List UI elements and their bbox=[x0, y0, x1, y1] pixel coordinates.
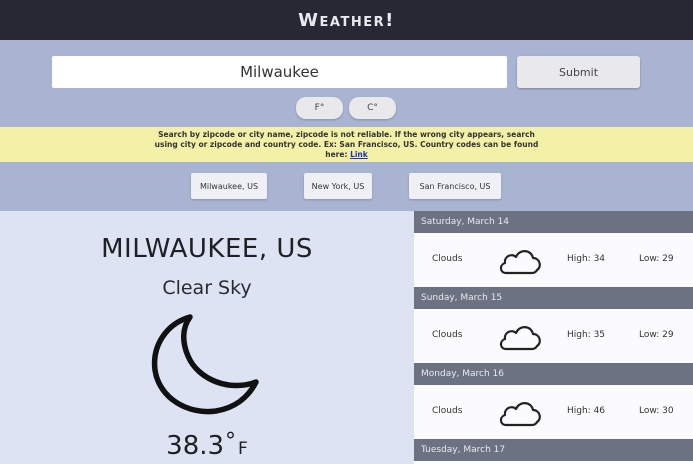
forecast-date: Tuesday, March 17 bbox=[414, 439, 693, 461]
current-condition: Clear Sky bbox=[162, 277, 252, 299]
forecast-condition: Clouds bbox=[432, 406, 463, 416]
quick-city-san-francisco[interactable]: San Francisco, US bbox=[409, 173, 501, 199]
forecast-date: Saturday, March 14 bbox=[414, 211, 693, 233]
quick-city-new-york[interactable]: New York, US bbox=[304, 173, 372, 199]
country-codes-link[interactable]: Link bbox=[350, 150, 368, 159]
forecast-low: Low: 29 bbox=[639, 254, 674, 264]
app-title: Weather! bbox=[298, 9, 395, 31]
search-bar: Submit bbox=[52, 56, 640, 88]
fahrenheit-button[interactable]: F° bbox=[296, 97, 343, 119]
submit-button[interactable]: Submit bbox=[517, 56, 640, 88]
unit-toggle: F° C° bbox=[296, 97, 396, 119]
search-help-notice: Search by zipcode or city name, zipcode … bbox=[0, 127, 693, 162]
cloud-icon bbox=[499, 402, 541, 427]
current-temperature: 38.3° F bbox=[0, 429, 414, 461]
forecast-date: Sunday, March 15 bbox=[414, 287, 693, 309]
forecast-row: Clouds High: 34 Low: 29 bbox=[414, 233, 693, 287]
notice-text: Search by zipcode or city name, zipcode … bbox=[147, 130, 547, 160]
forecast-low: Low: 29 bbox=[639, 330, 674, 340]
current-weather-panel: MILWAUKEE, US Clear Sky 38.3° F bbox=[0, 211, 414, 464]
moon-icon bbox=[151, 314, 259, 415]
temperature-value: 38.3 bbox=[166, 431, 225, 461]
forecast-high: High: 34 bbox=[567, 254, 606, 264]
notice-message: Search by zipcode or city name, zipcode … bbox=[154, 129, 539, 159]
forecast-date: Monday, March 16 bbox=[414, 363, 693, 385]
celsius-button[interactable]: C° bbox=[349, 97, 396, 119]
forecast-list: Saturday, March 14 Clouds High: 34 Low: … bbox=[414, 211, 693, 464]
city-name: MILWAUKEE, US bbox=[101, 234, 313, 264]
forecast-row: Clouds High: 46 Low: 30 bbox=[414, 385, 693, 439]
app-header: Weather! bbox=[0, 0, 693, 40]
cloud-icon bbox=[499, 250, 541, 275]
forecast-condition: Clouds bbox=[432, 330, 463, 340]
degree-symbol: ° bbox=[225, 429, 237, 454]
forecast-high: High: 46 bbox=[567, 406, 606, 416]
forecast-condition: Clouds bbox=[432, 254, 463, 264]
forecast-row: Clouds High: 35 Low: 29 bbox=[414, 309, 693, 363]
cloud-icon bbox=[499, 326, 541, 351]
quick-city-buttons: Milwaukee, US New York, US San Francisco… bbox=[0, 173, 693, 199]
quick-city-milwaukee[interactable]: Milwaukee, US bbox=[191, 173, 267, 199]
forecast-low: Low: 30 bbox=[639, 406, 674, 416]
forecast-high: High: 35 bbox=[567, 330, 606, 340]
city-search-input[interactable] bbox=[52, 56, 507, 88]
temperature-unit: F bbox=[238, 439, 248, 459]
